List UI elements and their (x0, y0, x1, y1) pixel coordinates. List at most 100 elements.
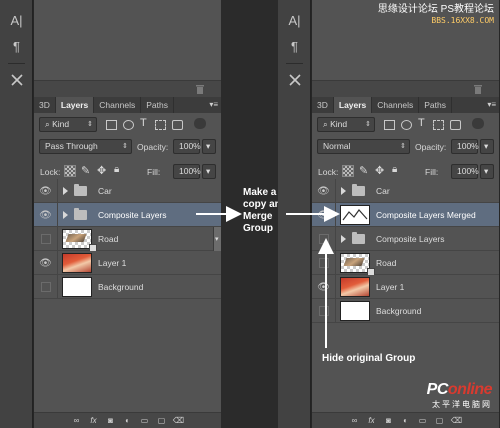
visibility-toggle[interactable] (34, 275, 58, 299)
filter-adjustment-icon[interactable] (123, 120, 134, 130)
visibility-toggle[interactable] (312, 227, 336, 251)
link-layers-icon[interactable]: ∞ (350, 416, 360, 426)
panel-header-band (34, 80, 221, 97)
visibility-toggle[interactable]: 👁︎ (34, 203, 58, 227)
lock-image-icon[interactable]: ✎ (81, 164, 90, 177)
visibility-toggle[interactable] (34, 227, 58, 251)
tab-layers[interactable]: Layers (333, 97, 373, 113)
link-layers-icon[interactable]: ∞ (72, 416, 82, 426)
new-layer-icon[interactable]: ▢ (435, 416, 445, 426)
character-panel-icon[interactable]: A| (0, 10, 33, 30)
visibility-toggle[interactable]: 👁︎ (34, 179, 58, 203)
disclosure-triangle-icon[interactable] (63, 211, 68, 219)
mask-icon[interactable]: ◙ (106, 416, 116, 426)
filter-pixel-icon[interactable] (384, 120, 395, 130)
tab-paths[interactable]: Paths (141, 97, 174, 113)
new-group-icon[interactable]: ▭ (140, 416, 150, 426)
opacity-input[interactable]: 100% (173, 139, 201, 154)
opacity-dropdown[interactable]: ▾ (480, 139, 494, 154)
filter-pixel-icon[interactable] (106, 120, 117, 130)
panel-menu-icon[interactable]: ▾≡ (209, 100, 218, 109)
layer-row-car[interactable]: 👁︎ Car (312, 179, 499, 203)
filter-kind-select[interactable]: ⌕ Kind ⇕ (317, 117, 375, 132)
tab-3d[interactable]: 3D (312, 97, 334, 113)
lock-image-icon[interactable]: ✎ (359, 164, 368, 177)
adjustment-icon[interactable]: ◐ (401, 416, 411, 426)
tab-3d[interactable]: 3D (34, 97, 56, 113)
panel-tabs: 3D Layers Channels Paths (312, 97, 499, 113)
filter-adjustment-icon[interactable] (401, 120, 412, 130)
tab-channels[interactable]: Channels (94, 97, 142, 113)
filter-smartobject-icon[interactable] (172, 120, 183, 130)
layer-row-composite-layers[interactable]: Composite Layers (312, 227, 499, 251)
paragraph-panel-icon[interactable]: ¶ (278, 36, 311, 56)
tab-channels[interactable]: Channels (372, 97, 420, 113)
lock-all-icon[interactable]: 🔒︎ (392, 164, 397, 175)
fill-input[interactable]: 100% (173, 164, 201, 179)
mask-icon[interactable]: ◙ (384, 416, 394, 426)
filter-toggle[interactable] (194, 118, 206, 129)
layer-row-composite-layers-merged[interactable]: 👁︎ Composite Layers Merged (312, 203, 499, 227)
tool-presets-icon[interactable] (278, 70, 311, 90)
disclosure-triangle-icon[interactable] (341, 187, 346, 195)
layer-name: Background (376, 306, 422, 316)
trash-icon[interactable] (473, 84, 483, 94)
filter-type-icon[interactable]: T (140, 117, 147, 129)
blend-mode-select[interactable]: Pass Through ⇕ (39, 139, 132, 154)
visibility-toggle[interactable] (312, 299, 336, 323)
layer-row-road[interactable]: Road (312, 251, 499, 276)
character-panel-icon[interactable]: A| (278, 10, 311, 30)
layer-row-layer-1[interactable]: 👁︎ Layer 1 (34, 251, 221, 275)
disclosure-triangle-icon[interactable] (63, 187, 68, 195)
layers-panel-before: 3D Layers Channels Paths ▾≡ ⌕ Kind ⇕ T Pa… (34, 0, 221, 428)
chevron-down-icon: ⇕ (400, 143, 406, 150)
visibility-toggle[interactable]: 👁︎ (312, 203, 336, 227)
folder-icon (352, 232, 365, 244)
layer-row-background[interactable]: Background (312, 299, 499, 323)
filter-shape-icon[interactable] (433, 120, 444, 130)
trash-icon[interactable]: ⌫ (451, 416, 462, 426)
lock-position-icon[interactable]: ✥ (97, 164, 106, 177)
paragraph-panel-icon[interactable]: ¶ (0, 36, 33, 56)
layer-row-background[interactable]: Background (34, 275, 221, 299)
layer-row-car[interactable]: 👁︎ Car (34, 179, 221, 203)
opacity-dropdown[interactable]: ▾ (202, 139, 216, 154)
filter-kind-select[interactable]: ⌕ Kind ⇕ (39, 117, 97, 132)
visibility-toggle[interactable]: 👁︎ (312, 275, 336, 299)
tab-layers[interactable]: Layers (55, 97, 95, 113)
fill-dropdown[interactable]: ▾ (202, 164, 216, 179)
disclosure-triangle-icon[interactable] (341, 235, 346, 243)
fx-icon[interactable]: fx (89, 416, 99, 426)
filter-shape-icon[interactable] (155, 120, 166, 130)
visibility-toggle[interactable] (312, 251, 336, 275)
filter-smartobject-icon[interactable] (450, 120, 461, 130)
new-layer-icon[interactable]: ▢ (157, 416, 167, 426)
tab-paths[interactable]: Paths (419, 97, 452, 113)
scrollbar[interactable] (213, 227, 221, 251)
chevron-down-icon: ▾ (206, 141, 211, 151)
filter-type-icon[interactable]: T (418, 117, 425, 129)
adjustment-icon[interactable]: ◐ (123, 416, 133, 426)
panel-menu-icon[interactable]: ▾≡ (487, 100, 496, 109)
layer-row-layer-1[interactable]: 👁︎ Layer 1 (312, 275, 499, 299)
lock-all-icon[interactable]: 🔒︎ (114, 164, 119, 175)
lock-position-icon[interactable]: ✥ (375, 164, 384, 177)
layer-row-composite-layers[interactable]: 👁︎ Composite Layers (34, 203, 221, 227)
visibility-toggle[interactable]: 👁︎ (312, 179, 336, 203)
filter-kind-value: Kind (330, 119, 348, 129)
lock-transparent-icon[interactable] (64, 165, 76, 177)
fill-input[interactable]: 100% (451, 164, 479, 179)
new-group-icon[interactable]: ▭ (418, 416, 428, 426)
trash-icon[interactable] (195, 84, 205, 94)
filter-toggle[interactable] (472, 118, 484, 129)
visibility-toggle[interactable]: 👁︎ (34, 251, 58, 275)
lock-transparent-icon[interactable] (342, 165, 354, 177)
tool-presets-icon[interactable] (0, 70, 33, 90)
hidden-eye-box (318, 258, 329, 268)
fill-dropdown[interactable]: ▾ (480, 164, 494, 179)
layer-row-road[interactable]: Road (34, 227, 221, 252)
blend-mode-select[interactable]: Normal ⇕ (317, 139, 410, 154)
trash-icon[interactable]: ⌫ (173, 416, 184, 426)
opacity-input[interactable]: 100% (451, 139, 479, 154)
fx-icon[interactable]: fx (367, 416, 377, 426)
